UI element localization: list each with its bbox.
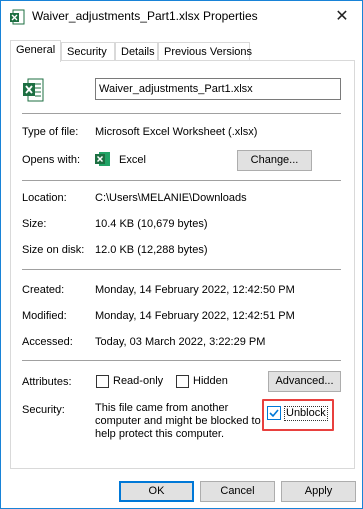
file-name-input[interactable] xyxy=(95,78,341,100)
excel-file-icon xyxy=(9,9,25,25)
separator xyxy=(22,180,341,181)
type-of-file-value: Microsoft Excel Worksheet (.xlsx) xyxy=(95,126,258,138)
location-value: C:\Users\MELANIE\Downloads xyxy=(95,192,247,204)
separator xyxy=(22,269,341,270)
hidden-label[interactable]: Hidden xyxy=(193,375,228,387)
accessed-label: Accessed: xyxy=(22,336,73,348)
advanced-button[interactable]: Advanced... xyxy=(268,371,341,392)
security-label: Security: xyxy=(22,404,65,416)
location-label: Location: xyxy=(22,192,67,204)
read-only-label[interactable]: Read-only xyxy=(113,375,163,387)
size-on-disk-value: 12.0 KB (12,288 bytes) xyxy=(95,244,208,256)
size-label: Size: xyxy=(22,218,47,230)
security-line-1: This file came from another xyxy=(95,402,229,414)
size-on-disk-label: Size on disk: xyxy=(22,244,85,256)
apply-button[interactable]: Apply xyxy=(281,481,356,502)
tab-details[interactable]: Details xyxy=(115,42,158,61)
created-value: Monday, 14 February 2022, 12:42:50 PM xyxy=(95,284,295,296)
unblock-label[interactable]: Unblock xyxy=(284,406,328,421)
accessed-value: Today, 03 March 2022, 3:22:29 PM xyxy=(95,336,266,348)
size-value: 10.4 KB (10,679 bytes) xyxy=(95,218,208,230)
attributes-label: Attributes: xyxy=(22,376,72,388)
excel-file-icon xyxy=(22,78,44,102)
type-of-file-label: Type of file: xyxy=(22,126,79,138)
window-title: Waiver_adjustments_Part1.xlsx Properties xyxy=(32,9,258,23)
cancel-button[interactable]: Cancel xyxy=(200,481,275,502)
change-button[interactable]: Change... xyxy=(237,150,312,171)
separator xyxy=(22,113,341,114)
read-only-checkbox[interactable] xyxy=(96,375,109,388)
properties-dialog: Waiver_adjustments_Part1.xlsx Properties… xyxy=(0,0,363,509)
tab-general[interactable]: General xyxy=(10,40,61,62)
unblock-checkbox[interactable] xyxy=(267,406,281,420)
title-bar[interactable]: Waiver_adjustments_Part1.xlsx Properties… xyxy=(1,1,362,33)
excel-app-icon xyxy=(95,151,111,167)
close-icon[interactable]: ✕ xyxy=(330,5,354,29)
opens-with-value: Excel xyxy=(119,154,146,166)
opens-with-label: Opens with: xyxy=(22,154,81,166)
tab-previous-versions[interactable]: Previous Versions xyxy=(158,42,252,61)
hidden-checkbox[interactable] xyxy=(176,375,189,388)
created-label: Created: xyxy=(22,284,65,296)
tab-strip: General Security Details Previous Versio… xyxy=(10,40,355,62)
security-warning-text: This file came from another computer and… xyxy=(95,402,263,441)
modified-label: Modified: xyxy=(22,310,67,322)
checkmark-icon xyxy=(269,409,279,418)
separator xyxy=(22,360,341,361)
tab-security[interactable]: Security xyxy=(61,42,115,61)
security-line-3: help protect this computer. xyxy=(95,428,225,440)
ok-button[interactable]: OK xyxy=(119,481,194,502)
modified-value: Monday, 14 February 2022, 12:42:51 PM xyxy=(95,310,295,322)
security-line-2: computer and might be blocked to xyxy=(95,415,261,427)
